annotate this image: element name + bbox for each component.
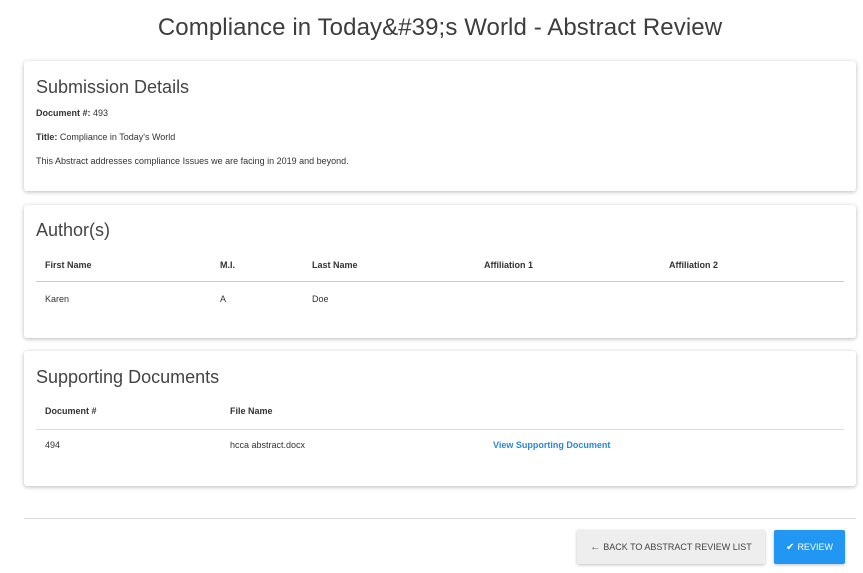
page-title: Compliance in Today&#39;s World - Abstra… <box>157 14 723 41</box>
table-header-divider <box>36 429 844 430</box>
check-icon: ✔ <box>786 541 795 553</box>
authors-heading: Author(s) <box>36 220 111 240</box>
document-number-label: Document #: <box>36 108 91 118</box>
document-number-value: 493 <box>93 108 109 118</box>
submission-details-heading: Submission Details <box>36 77 190 97</box>
review-button-label: Review <box>797 542 833 552</box>
column-header-first-name: First Name <box>45 260 92 270</box>
document-number-line: Document #: 493 <box>36 108 108 118</box>
author-first-name: Karen <box>45 294 70 304</box>
back-to-review-list-button[interactable]: ← Back to Abstract Review List <box>577 530 765 564</box>
table-header-divider <box>36 281 844 282</box>
column-header-document-number: Document # <box>45 406 97 416</box>
column-header-affiliation-2: Affiliation 2 <box>669 260 718 270</box>
abstract-description: This Abstract addresses compliance Issue… <box>36 156 349 166</box>
title-label: Title: <box>36 132 58 142</box>
review-button[interactable]: ✔ Review <box>774 530 845 564</box>
submission-details-card: Submission Details Document #: 493 Title… <box>24 61 856 191</box>
title-line: Title: Compliance in Today's World <box>36 132 175 142</box>
supporting-document-number: 494 <box>45 440 61 450</box>
supporting-documents-heading: Supporting Documents <box>36 367 220 387</box>
supporting-document-file-name: hcca abstract.docx <box>230 440 306 450</box>
title-value: Compliance in Today's World <box>59 132 176 142</box>
column-header-file-name: File Name <box>230 406 273 416</box>
author-mi: A <box>220 294 227 304</box>
authors-card: Author(s) First Name M.I. Last Name Affi… <box>24 205 856 338</box>
column-header-mi: M.I. <box>220 260 235 270</box>
column-header-last-name: Last Name <box>312 260 358 270</box>
back-button-label: Back to Abstract Review List <box>603 542 752 552</box>
footer-divider <box>24 518 856 519</box>
view-supporting-document-link[interactable]: View Supporting Document <box>493 440 610 450</box>
column-header-affiliation-1: Affiliation 1 <box>484 260 533 270</box>
author-last-name: Doe <box>312 294 329 304</box>
supporting-documents-card: Supporting Documents Document # File Nam… <box>24 351 856 486</box>
arrow-left-icon: ← <box>590 541 601 553</box>
